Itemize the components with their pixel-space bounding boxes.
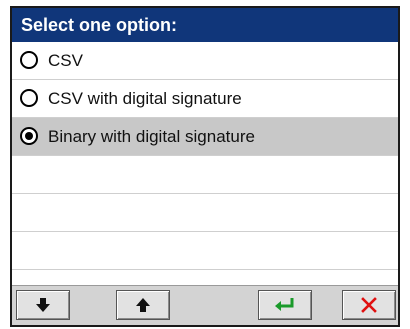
- cancel-button[interactable]: [342, 290, 396, 320]
- arrow-up-icon: [136, 298, 150, 312]
- option-binary-digital-signature[interactable]: Binary with digital signature: [12, 118, 398, 156]
- move-up-button[interactable]: [116, 290, 170, 320]
- radio-button-icon[interactable]: [20, 89, 38, 107]
- arrow-down-icon: [36, 298, 50, 312]
- option-label: CSV with digital signature: [48, 89, 242, 108]
- options-list: CSV CSV with digital signature Binary wi…: [12, 42, 398, 270]
- radio-button-checked-icon[interactable]: [20, 127, 38, 145]
- confirm-button[interactable]: [258, 290, 312, 320]
- option-label: Binary with digital signature: [48, 127, 255, 146]
- empty-list-row: [12, 156, 398, 194]
- option-dialog: Select one option: CSV CSV with digital …: [10, 6, 400, 327]
- empty-list-row: [12, 232, 398, 270]
- move-down-button[interactable]: [16, 290, 70, 320]
- button-bar: [12, 285, 398, 325]
- close-icon: [361, 297, 377, 313]
- dialog-title: Select one option:: [12, 8, 398, 42]
- option-csv[interactable]: CSV: [12, 42, 398, 80]
- option-csv-digital-signature[interactable]: CSV with digital signature: [12, 80, 398, 118]
- radio-button-icon[interactable]: [20, 51, 38, 69]
- option-label: CSV: [48, 51, 83, 70]
- enter-arrow-icon: [275, 298, 294, 311]
- empty-list-row: [12, 194, 398, 232]
